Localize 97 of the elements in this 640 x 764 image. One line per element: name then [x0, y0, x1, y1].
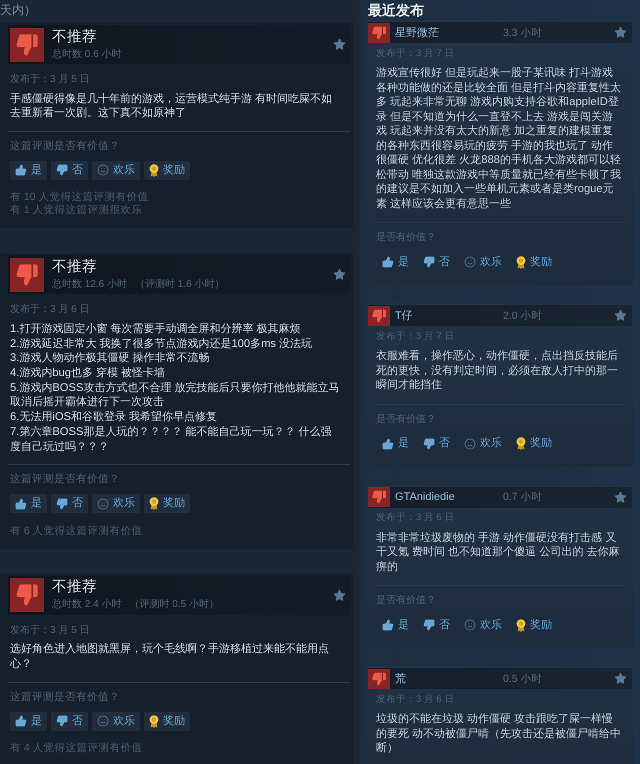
review-text: 2.游戏延迟非常大 我换了很多节点游戏内还是100多ms 没法玩 — [10, 336, 314, 352]
helpful-count: 有 6 人觉得这篇评测有价值 — [10, 524, 143, 538]
helpful-count: 有 1 人觉得这篇评测很欢乐 — [10, 204, 143, 218]
playtime-at-review: （评测时 0.5 小时） — [129, 598, 219, 612]
feedback-button[interactable]: 奖励 — [513, 253, 555, 271]
review-text: 4.游戏内bug也多 穿模 被怪卡墙 — [10, 366, 166, 381]
helpful-count: 有 4 人觉得这篇评测有价值 — [10, 742, 143, 756]
feedback-button[interactable]: 是 — [10, 494, 47, 514]
helpful-prompt: 是否有价值？ — [376, 232, 436, 244]
posted-date: 发布于：3 月 6 日 — [10, 303, 90, 318]
thumbs-down-icon — [56, 498, 68, 510]
feedback-button[interactable]: 是 — [379, 253, 412, 271]
smiley-icon — [464, 619, 476, 631]
feedback-button[interactable]: 是 — [10, 160, 47, 180]
feedback-button[interactable]: 是 — [10, 712, 47, 731]
review-verdict: 不推荐 — [52, 28, 97, 46]
feedback-button[interactable]: 欢乐 — [461, 253, 505, 271]
posted-date: 发布于：3 月 5 日 — [10, 73, 90, 87]
feedback-button[interactable]: 否 — [51, 712, 88, 731]
feedback-button[interactable]: 奖励 — [513, 616, 555, 634]
review-verdict: 不推荐 — [52, 258, 97, 276]
thumbs-up-icon — [15, 498, 27, 510]
award-icon — [149, 714, 159, 728]
playtime-hours: 0.7 小时 — [503, 490, 543, 504]
award-icon — [149, 164, 159, 177]
feedback-button[interactable]: 奖励 — [144, 494, 190, 514]
playtime-hours: 0.5 小时 — [503, 672, 543, 686]
review-text: 选好角色进入地图就黑屏，玩个毛线啊？手游移植过来能不能用点心？ — [10, 642, 330, 672]
thumbs-up-icon — [382, 256, 394, 268]
feedback-button[interactable]: 奖励 — [513, 434, 555, 452]
review-text: 6.无法用iOS和谷歌登录 我希望你早点修复 — [10, 410, 218, 425]
feedback-button[interactable]: 欢乐 — [92, 712, 140, 731]
thumbs-up-icon — [15, 715, 27, 728]
star-icon — [333, 38, 346, 51]
playtime-total: 总时数 12.6 小时 — [52, 278, 128, 291]
thumbs-up-icon — [382, 438, 394, 450]
smiley-icon — [464, 438, 476, 450]
star-icon — [614, 672, 627, 685]
author-name[interactable]: GTAnidiedie — [395, 491, 455, 503]
review-text: 非常非常垃圾废物的 手游 动作僵硬没有打击感 又干又氪 费时间 也不知道那个傻逼 公司出的 去你麻痹的 — [376, 530, 620, 574]
feedback-button[interactable]: 欢乐 — [92, 160, 140, 180]
playtime-hours: 3.3 小时 — [503, 26, 543, 40]
helpful-count: 有 10 人觉得这篇评测有价值 — [10, 191, 149, 204]
thumbs-down-icon — [423, 256, 435, 268]
helpful-prompt: 这篇评测是否有价值？ — [10, 690, 120, 704]
star-icon — [333, 588, 346, 602]
review-text: 手感僵硬得像是几十年前的游戏，运营模式纯手游 有时间吃屎不如去重新看一次剧。这下真不如原神了 — [10, 92, 334, 121]
award-icon — [149, 497, 159, 510]
posted-date: 发布于：3 月 5 日 — [10, 624, 90, 638]
review-text: 3.游戏人物动作极其僵硬 操作非常不流畅 — [10, 351, 210, 366]
feedback-button[interactable]: 否 — [420, 616, 453, 634]
heading-fragment: 天内） — [0, 2, 36, 19]
feedback-button[interactable]: 奖励 — [144, 712, 190, 731]
thumbs-down-icon — [423, 438, 435, 450]
helpful-prompt: 这篇评测是否有价值？ — [10, 138, 120, 153]
helpful-prompt: 这篇评测是否有价值？ — [10, 472, 120, 486]
feedback-button[interactable]: 欢乐 — [92, 494, 140, 514]
author-name[interactable]: T仔 — [395, 308, 413, 323]
review-text: 垃圾的不能在垃圾 动作僵硬 攻击跟吃了屎一样慢的要死 动不动被僵尸啃（先攻击还是被僵尸啃给中断） — [376, 712, 622, 756]
author-name[interactable]: 荒 — [395, 671, 406, 686]
smiley-icon — [97, 498, 109, 510]
smiley-icon — [97, 164, 109, 176]
playtime-total: 总时数 0.6 小时 — [52, 48, 122, 60]
star-icon — [333, 268, 346, 282]
award-icon — [516, 437, 526, 450]
thumbs-down-icon — [423, 619, 435, 631]
feedback-button[interactable]: 欢乐 — [461, 616, 505, 634]
award-icon — [516, 256, 526, 268]
feedback-button[interactable]: 奖励 — [144, 160, 190, 180]
star-icon — [614, 490, 627, 504]
review-verdict: 不推荐 — [52, 579, 97, 596]
feedback-button[interactable]: 否 — [51, 494, 88, 514]
thumbs-down-icon — [56, 715, 68, 728]
smiley-icon — [464, 256, 476, 268]
star-icon — [614, 309, 627, 322]
feedback-button[interactable]: 否 — [420, 434, 453, 452]
review-text: 游戏宣传很好 但是玩起来一股子某讯味 打斗游戏各种功能做的还是比较全面 但是打斗内容重复性太多 玩起来非常无聊 游戏内购支持谷歌和appleID登录 但是不知道为什么一直登不上去 游戏是闯关游戏 玩起来并没有太大的新意 加之重复的建模重复的各种东西很容易玩的疲劳 手游的我也玩了 动作很僵硬 优化很差 火龙888的手机各大游戏都可以轻松带动 唯独这款游戏中等质量就已经有些卡顿了我的建议是不如加入一些单机元素或者是类rogue元素 这样应该会更有意思一些 — [376, 66, 622, 212]
feedback-button[interactable]: 是 — [379, 434, 412, 452]
award-icon — [516, 618, 526, 632]
review-text: 5.游戏内BOSS攻击方式也不合理 放完技能后只要你打他他就能立马取消后摇开霸体进行下一次攻击 — [10, 380, 341, 410]
star-icon — [614, 26, 627, 39]
playtime-hours: 2.0 小时 — [503, 308, 543, 322]
feedback-button[interactable]: 否 — [51, 160, 88, 180]
thumbs-up-icon — [15, 164, 27, 176]
review-text: 衣服难看，操作恶心，动作僵硬，点出挡反技能后死的更快，没有判定时间，必须在敌人打中的那一瞬间才能挡住 — [376, 349, 619, 393]
thumbs-up-icon — [382, 619, 394, 631]
playtime-at-review: （评测时 1.6 小时） — [135, 278, 224, 291]
thumbs-down-icon — [56, 164, 68, 176]
feedback-button[interactable]: 是 — [379, 616, 412, 634]
author-name[interactable]: 星野微茫 — [395, 25, 439, 40]
feedback-button[interactable]: 否 — [420, 253, 453, 271]
review-text: 1.打开游戏固定小窗 每次需要手动调全屏和分辨率 极其麻烦 — [10, 322, 302, 337]
playtime-total: 总时数 2.4 小时 — [52, 598, 122, 612]
review-text: 7.第六章BOSS那是人玩的？？？？ 能不能自己玩一玩？？ 什么强度自己玩过吗？？？ — [10, 424, 333, 454]
section-title: 最近发布 — [367, 1, 424, 20]
smiley-icon — [97, 715, 109, 728]
feedback-button[interactable]: 欢乐 — [461, 434, 505, 452]
